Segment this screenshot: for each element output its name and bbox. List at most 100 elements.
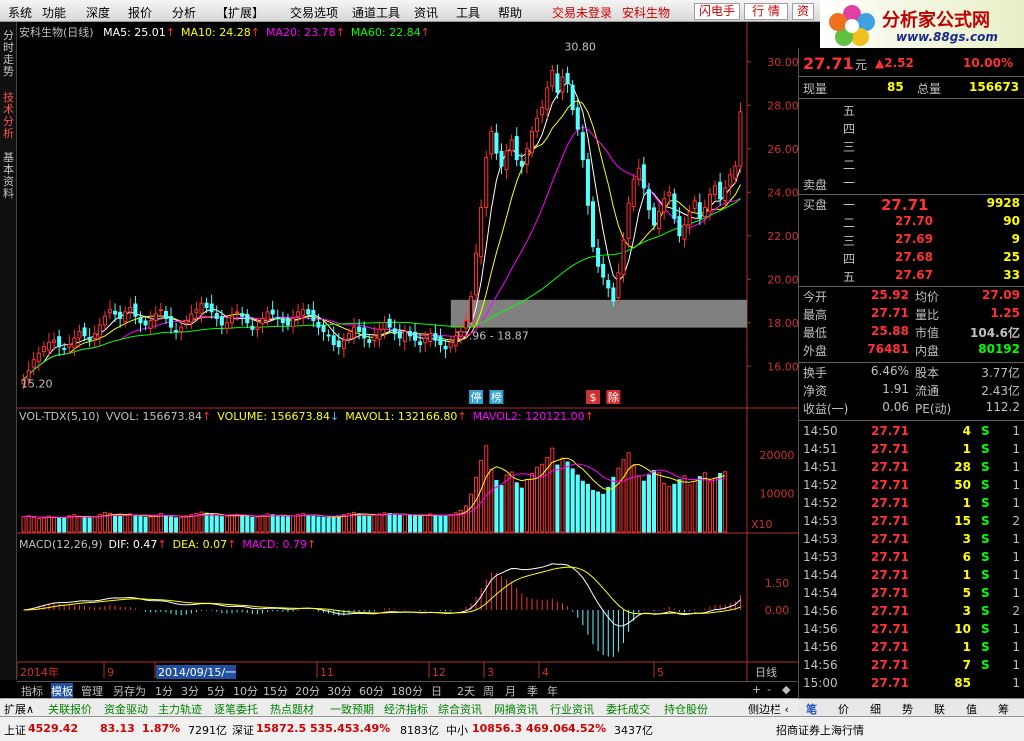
menu-item-0[interactable]: 系统 xyxy=(8,4,32,21)
func-item-5[interactable]: 热点题材 xyxy=(270,701,314,717)
menu-item-8[interactable]: 资讯 xyxy=(414,4,438,21)
separator xyxy=(799,420,1024,421)
quote-button[interactable]: 行 情 xyxy=(744,3,788,20)
menu-item-4[interactable]: 分析 xyxy=(172,4,196,21)
volume-bar xyxy=(682,475,687,533)
candle-body xyxy=(463,320,468,329)
left-tab-1[interactable]: 技术分析 xyxy=(1,92,16,140)
tick-vol: 1 xyxy=(962,496,971,510)
volume-bar xyxy=(479,459,484,533)
toolbar-item-16[interactable]: 月 xyxy=(505,683,516,699)
toolbar-item-11[interactable]: 60分 xyxy=(359,683,384,699)
toolbar-item-12[interactable]: 180分 xyxy=(391,683,423,699)
right-tab-3[interactable]: 势 xyxy=(902,701,913,717)
toolbar-item-0[interactable]: 指标 xyxy=(21,683,43,699)
candle-body xyxy=(524,148,529,165)
menu-item-2[interactable]: 深度 xyxy=(86,4,110,21)
toolbar-item-9[interactable]: 20分 xyxy=(295,683,320,699)
tick-side: S xyxy=(981,424,990,438)
func-item-2[interactable]: 资金驱动 xyxy=(104,701,148,717)
candle-body xyxy=(601,263,606,278)
menu-stock-name[interactable]: 安科生物 xyxy=(622,4,670,21)
event-tag[interactable]: $ xyxy=(590,391,597,404)
candle-body xyxy=(209,303,214,313)
menu-item-6[interactable]: 交易选项 xyxy=(290,4,338,21)
volume-bar xyxy=(438,515,443,533)
period-label[interactable]: 日线 xyxy=(755,665,777,679)
price-axis-label: 16.00 xyxy=(767,360,798,373)
func-item-1[interactable]: 关联报价 xyxy=(48,701,92,717)
buy-price: 27.70 xyxy=(895,214,933,228)
candle-body xyxy=(133,303,138,317)
stat-label: PE(动) xyxy=(915,402,952,416)
func-item-3[interactable]: 主力轨迹 xyxy=(158,701,202,717)
right-tab-6[interactable]: 筹 xyxy=(998,701,1009,717)
toolbar-item-4[interactable]: 1分 xyxy=(155,683,173,699)
date-axis-label: 3 xyxy=(487,666,494,679)
toolbar-item-10[interactable]: 30分 xyxy=(327,683,352,699)
right-tab-1[interactable]: 价 xyxy=(838,701,849,717)
func-item-10[interactable]: 行业资讯 xyxy=(550,701,594,717)
menu-item-3[interactable]: 报价 xyxy=(128,4,152,21)
func-item-0[interactable]: 扩展∧ xyxy=(4,701,34,717)
func-item-7[interactable]: 经济指标 xyxy=(384,701,428,717)
tick-side: S xyxy=(981,604,990,618)
volume-bar xyxy=(662,483,667,533)
kline-chart[interactable]: 30.0028.0026.0024.0022.0020.0018.0016.00… xyxy=(17,22,798,681)
toolbar-zoom-0[interactable]: + xyxy=(752,683,761,696)
toolbar-item-15[interactable]: 周 xyxy=(483,683,494,699)
func-item-11[interactable]: 委托成交 xyxy=(606,701,650,717)
func-item-12[interactable]: 持仓股份 xyxy=(664,701,708,717)
toolbar-item-8[interactable]: 15分 xyxy=(263,683,288,699)
macd-legend-item: DEA: 0.07 xyxy=(172,538,228,551)
separator xyxy=(799,286,1024,287)
left-tab-2[interactable]: 基本资料 xyxy=(1,152,16,200)
left-tab-0[interactable]: 分时走势 xyxy=(1,30,16,78)
right-tab-0[interactable]: 笔 xyxy=(806,701,817,717)
toolbar-item-13[interactable]: 日 xyxy=(431,683,442,699)
candle-body xyxy=(97,324,102,338)
event-tag[interactable]: 停 xyxy=(471,390,482,404)
volume-bar xyxy=(153,514,158,533)
volume-bar xyxy=(311,515,316,533)
tick-price: 27.71 xyxy=(871,514,909,528)
toolbar-item-1[interactable]: 模板 xyxy=(51,683,73,699)
tick-vol: 3 xyxy=(962,532,971,546)
toolbar-item-3[interactable]: 另存为 xyxy=(113,683,146,699)
flash-trade-button[interactable]: 闪电手 xyxy=(694,3,740,20)
right-tab-2[interactable]: 细 xyxy=(870,701,881,717)
toolbar-item-2[interactable]: 管理 xyxy=(81,683,103,699)
menu-item-1[interactable]: 功能 xyxy=(42,4,66,21)
toolbar-item-17[interactable]: 季 xyxy=(527,683,538,699)
toolbar-item-5[interactable]: 3分 xyxy=(181,683,199,699)
menu-item-7[interactable]: 通道工具 xyxy=(352,4,400,21)
func-item-4[interactable]: 逐笔委托 xyxy=(214,701,258,717)
toolbar-item-6[interactable]: 5分 xyxy=(207,683,225,699)
candle-body xyxy=(62,347,67,350)
stat-value: 27.71 xyxy=(871,306,909,320)
toolbar-item-18[interactable]: 年 xyxy=(547,683,558,699)
volume-bar xyxy=(402,513,407,533)
func-item-9[interactable]: 网摘资讯 xyxy=(494,701,538,717)
toolbar-zoom-1[interactable]: - xyxy=(767,683,771,696)
event-tag[interactable]: 除 xyxy=(608,390,619,404)
right-tab-5[interactable]: 值 xyxy=(966,701,977,717)
tick-side: S xyxy=(981,586,990,600)
event-tag[interactable]: 榜 xyxy=(491,390,502,404)
candle-body xyxy=(306,309,311,315)
ma-line xyxy=(23,81,741,380)
login-status[interactable]: 交易未登录 xyxy=(552,4,612,21)
price-axis-label: 24.00 xyxy=(767,186,798,199)
menu-item-5[interactable]: 【扩展】 xyxy=(216,4,264,21)
right-tab-4[interactable]: 联 xyxy=(934,701,945,717)
func-item-8[interactable]: 综合资讯 xyxy=(438,701,482,717)
toolbar-zoom-2[interactable]: ◆ xyxy=(782,683,790,696)
menu-item-9[interactable]: 工具 xyxy=(456,4,480,21)
toolbar-item-7[interactable]: 10分 xyxy=(233,683,258,699)
candle-body xyxy=(718,181,723,200)
func-item-6[interactable]: 一致预期 xyxy=(330,701,374,717)
info-button[interactable]: 资 xyxy=(792,3,814,20)
menu-item-10[interactable]: 帮助 xyxy=(498,4,522,21)
toolbar-item-14[interactable]: 2天 xyxy=(457,683,475,699)
side-panel-toggle[interactable]: 侧边栏 ‹ xyxy=(748,701,789,717)
